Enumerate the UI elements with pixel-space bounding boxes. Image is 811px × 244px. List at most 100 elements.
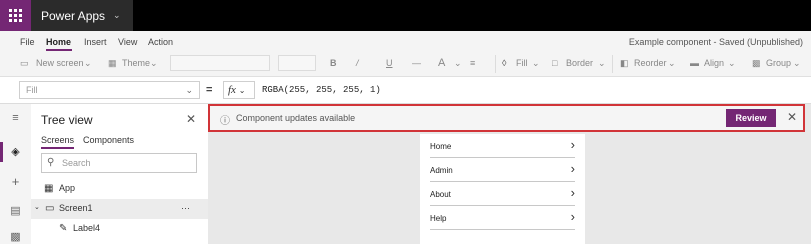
chevron-down-icon: ⌄ [598,58,606,68]
chevron-down-icon: ⌄ [793,58,801,68]
menu-component: Home › Admin › About › Help › [420,134,585,244]
search-icon: ⚲ [47,157,55,168]
formula-input[interactable]: RGBA(255, 255, 255, 1) [262,85,381,95]
menu-item-label: Help [430,214,447,223]
active-tab-indicator [41,147,74,149]
canvas: ⓘ Component updates available Review ✕ H… [208,104,811,244]
font-dropdown[interactable] [170,55,270,71]
tab-components[interactable]: Components [83,135,134,145]
equals-sign: = [206,84,213,96]
align-text-icon[interactable]: ≡ [470,58,475,68]
align-icon: ▬ [690,58,699,68]
menu-item-label: Home [430,142,452,151]
new-screen-icon: ▭ [20,58,29,68]
chevron-down-icon: ⌄ [34,204,40,211]
search-placeholder: Search [62,158,91,168]
chevron-down-icon: ⌄ [532,58,540,68]
italic-icon[interactable]: / [356,58,359,68]
chevron-right-icon: › [570,161,575,176]
menu-item-help[interactable]: Help › [430,207,575,230]
chevron-down-icon: ⌄ [238,86,246,95]
formula-bar: Fill ⌄ = fx ⌄ RGBA(255, 255, 255, 1) [0,77,811,104]
fx-icon: fx [228,84,236,96]
data-icon[interactable]: ▤ [0,204,31,217]
label-control-icon: ✎ [59,223,68,234]
menu-home[interactable]: Home [46,37,71,47]
chevron-right-icon: › [570,185,575,200]
review-button[interactable]: Review [726,109,776,127]
fx-button[interactable]: fx ⌄ [223,81,255,99]
menu-item-about[interactable]: About › [430,183,575,206]
left-rail: ≡ ◈ + ▤ ▩ [0,104,32,244]
divider [612,55,613,73]
theme-icon: ▦ [108,58,117,68]
tree-item-app[interactable]: ▦ App [31,179,208,199]
menu-bar: File Home Insert View Action Example com… [0,31,811,52]
align-button[interactable]: Align [704,58,724,68]
menu-item-home[interactable]: Home › [430,135,575,158]
chevron-down-icon: ⌄ [185,85,193,95]
waffle-icon [9,9,22,22]
reorder-button[interactable]: Reorder [634,58,667,68]
border-button[interactable]: Border [566,58,593,68]
info-icon: ⓘ [220,116,230,127]
active-menu-indicator [46,49,72,51]
tree-view-panel: Tree view ✕ Screens Components ⚲ Search … [31,104,209,244]
fill-icon: ◊ [502,58,507,68]
reorder-icon: ◧ [620,58,629,68]
new-screen-button[interactable]: New screen [36,58,84,68]
bold-icon[interactable]: B [330,58,337,68]
menu-file[interactable]: File [20,37,35,47]
chevron-down-icon: ⌄ [454,58,462,68]
underline-icon[interactable]: U [386,58,393,68]
save-status: Example component - Saved (Unpublished) [628,37,803,47]
strikethrough-icon[interactable]: — [412,58,421,68]
layers-icon[interactable]: ◈ [0,145,31,158]
property-value: Fill [26,85,38,95]
hamburger-icon[interactable]: ≡ [0,112,31,124]
chevron-down-icon: ⌄ [84,58,92,68]
menu-item-admin[interactable]: Admin › [430,159,575,182]
menu-view[interactable]: View [118,37,137,47]
menu-insert[interactable]: Insert [84,37,107,47]
app-launcher-button[interactable] [0,0,31,31]
component-update-banner: ⓘ Component updates available Review ✕ [208,104,805,132]
menu-action[interactable]: Action [148,37,173,47]
border-icon: □ [552,58,558,68]
plus-icon[interactable]: + [0,174,31,189]
tree-item-label: Screen1 [59,203,93,213]
group-icon: ▩ [752,58,761,68]
group-button[interactable]: Group [766,58,791,68]
theme-button[interactable]: Theme [122,58,150,68]
tree-item-screen1[interactable]: ⌄ ▭ Screen1 ··· [31,199,208,219]
tree-item-label: Label4 [73,223,101,233]
screen-icon: ▭ [45,203,55,214]
chevron-down-icon: ⌄ [728,58,736,68]
app-name-dropdown[interactable]: Power Apps ⌄ [31,0,133,31]
menu-item-label: About [430,190,451,199]
tree-view-title: Tree view [41,113,93,127]
media-icon[interactable]: ▩ [0,230,31,243]
divider [495,55,496,73]
close-icon[interactable]: ✕ [186,112,196,126]
font-color-icon[interactable]: A [438,57,445,69]
chevron-down-icon: ⌄ [668,58,676,68]
close-icon[interactable]: ✕ [787,110,797,124]
tree-item-label4[interactable]: ✎ Label4 [31,219,208,239]
search-input[interactable]: ⚲ Search [41,153,197,173]
fill-button[interactable]: Fill [516,58,528,68]
font-size-dropdown[interactable] [278,55,316,71]
ribbon-toolbar: ▭ New screen ⌄ ▦ Theme ⌄ B / U — A ⌄ ≡ ◊… [0,52,811,77]
app-icon: ▦ [44,183,54,194]
chevron-down-icon: ⌄ [113,10,121,20]
menu-item-label: Admin [430,166,453,175]
banner-message: Component updates available [236,113,356,123]
property-dropdown[interactable]: Fill ⌄ [19,81,200,99]
more-options-icon[interactable]: ··· [181,203,190,213]
chevron-right-icon: › [570,137,575,152]
chevron-down-icon: ⌄ [150,58,158,68]
app-name: Power Apps [41,8,106,23]
chevron-right-icon: › [570,209,575,224]
tab-screens[interactable]: Screens [41,135,74,145]
tree-item-label: App [59,183,76,193]
